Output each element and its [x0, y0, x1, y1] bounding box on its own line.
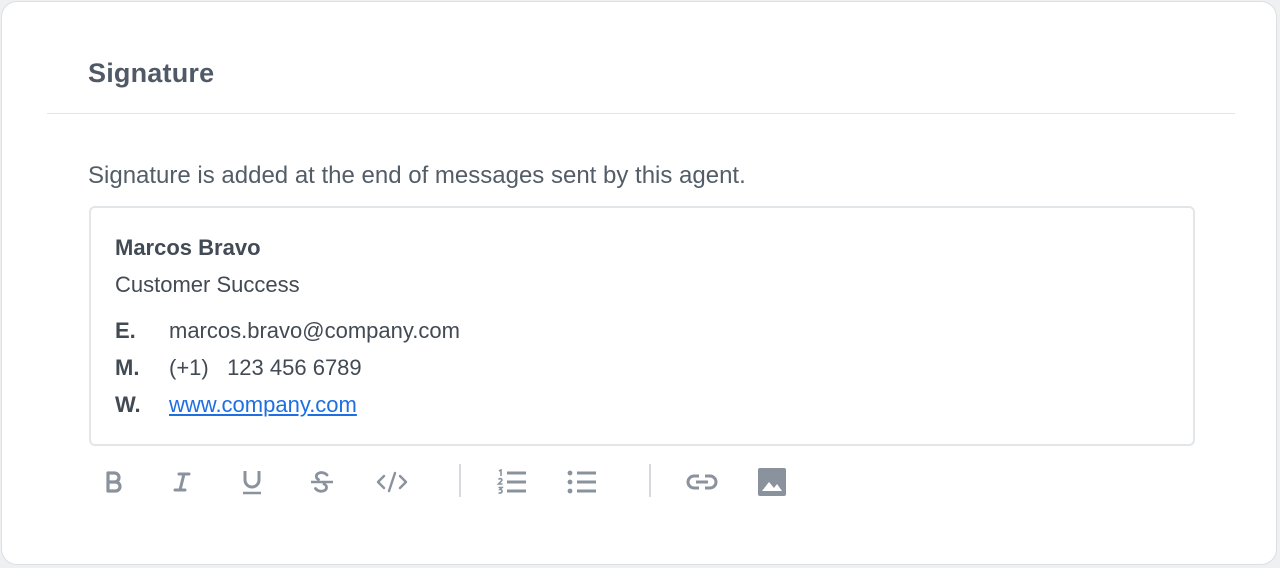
divider: [47, 113, 1235, 114]
contact-value-email: marcos.bravo@company.com: [169, 318, 460, 343]
signature-editor[interactable]: Marcos Bravo Customer Success E. marcos.…: [89, 206, 1195, 446]
toolbar-separator: [459, 464, 461, 497]
signature-role: Customer Success: [115, 272, 300, 297]
contact-value-mobile: (+1) 123 456 6789: [169, 355, 362, 380]
code-button[interactable]: [370, 462, 414, 502]
italic-button[interactable]: [160, 462, 204, 502]
toolbar-separator: [649, 464, 651, 497]
code-icon: [375, 470, 409, 494]
website-link[interactable]: www.company.com: [169, 392, 357, 418]
image-button[interactable]: [750, 462, 794, 502]
strikethrough-icon: [309, 470, 335, 494]
bold-button[interactable]: [92, 462, 136, 502]
link-button[interactable]: [680, 462, 724, 502]
image-icon: [757, 467, 787, 497]
underline-button[interactable]: [230, 462, 274, 502]
bold-icon: [104, 471, 124, 493]
signature-name: Marcos Bravo: [115, 235, 261, 260]
contact-label-mobile: M.: [115, 355, 140, 380]
strikethrough-button[interactable]: [300, 462, 344, 502]
numbered-list-button[interactable]: [490, 462, 534, 502]
section-title: Signature: [88, 58, 215, 88]
bullet-list-icon: [566, 469, 598, 495]
signature-card: Signature Signature is added at the end …: [1, 1, 1277, 565]
link-icon: [685, 471, 719, 493]
formatting-toolbar: [92, 458, 812, 506]
contact-label-email: E.: [115, 318, 136, 343]
bulleted-list-button[interactable]: [560, 462, 604, 502]
italic-icon: [172, 471, 192, 493]
ordered-list-icon: [496, 469, 528, 495]
section-description: Signature is added at the end of message…: [88, 162, 746, 189]
contact-label-website: W.: [115, 392, 141, 417]
underline-icon: [241, 469, 263, 495]
